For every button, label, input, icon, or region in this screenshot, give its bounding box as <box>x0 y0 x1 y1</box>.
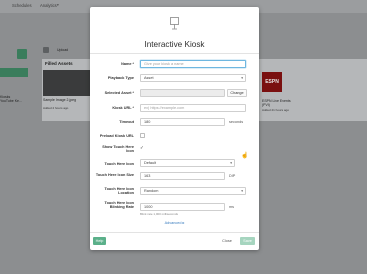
upload-icon[interactable] <box>43 47 49 53</box>
upload-label: Upload <box>57 48 69 52</box>
asset-subtitle: Added 2 hours ago <box>43 106 69 110</box>
nav-analytics[interactable]: Analytics <box>40 3 57 8</box>
sidebar-action-button[interactable] <box>17 49 27 59</box>
right-asset-subtitle: Added 21 hours ago <box>262 108 290 112</box>
selected-asset-field <box>140 89 225 97</box>
sidebar-text: Kiosks YouTube Ke... <box>0 95 22 103</box>
espn-logo[interactable]: ESPN <box>262 72 282 92</box>
preload-checkbox[interactable] <box>140 133 145 138</box>
show-touch-icon-checkbox[interactable]: ✓ <box>140 145 144 151</box>
playback-type-value: Asset <box>144 76 154 80</box>
touch-icon-size-label: Touch Here Icon Size <box>95 173 134 177</box>
touch-icon-size-input[interactable]: 163 <box>140 172 225 180</box>
chevron-down-icon: ▾ <box>241 76 243 80</box>
touch-icon-select[interactable]: Default ▾ <box>140 159 235 167</box>
playback-type-label: Playback Type <box>107 76 134 80</box>
timeout-unit: seconds <box>229 120 244 124</box>
save-button[interactable]: Save <box>240 237 255 245</box>
kiosk-icon <box>170 17 179 30</box>
touch-icon-label: Touch Here Icon <box>104 162 134 166</box>
close-button[interactable]: Close <box>221 237 233 245</box>
timeout-input[interactable]: 180 <box>140 118 225 126</box>
interactive-kiosk-modal: Interactive Kiosk Name * Give your kiosk… <box>90 7 259 250</box>
asset-title: Sample Image 2.jpeg <box>43 98 77 102</box>
sidebar-active-item[interactable] <box>0 68 28 77</box>
preload-label: Preload Kiosk URL <box>99 134 134 138</box>
timeout-label: Timeout <box>119 120 134 124</box>
change-asset-button[interactable]: Change <box>227 89 247 97</box>
filled-assets-title: Filled Assets <box>45 61 73 66</box>
name-label: Name * <box>121 62 134 66</box>
touch-icon-location-select[interactable]: Random ▾ <box>140 187 246 195</box>
name-input[interactable]: Give your kiosk a name <box>140 60 246 68</box>
kiosk-url-input[interactable]: ex) https://example.com <box>140 104 246 112</box>
modal-title: Interactive Kiosk <box>144 40 205 49</box>
footer-divider <box>90 232 259 233</box>
blink-rate-label: Touch Here Icon Blinking Rate <box>104 201 134 210</box>
touch-icon-value: Default <box>144 161 157 165</box>
header-divider <box>90 53 259 54</box>
right-asset-tag: (PVI) <box>262 103 270 107</box>
hand-pointer-icon: ☝ <box>241 153 249 159</box>
touch-icon-location-value: Random <box>144 189 159 193</box>
touch-icon-size-unit: DIP <box>229 174 236 178</box>
touch-icon-location-label: Touch Here Icon Location <box>104 187 134 196</box>
kiosk-url-label: Kiosk URL * <box>112 106 134 110</box>
blink-rate-hint: Blink rate 1,000 milliseconds <box>140 212 179 216</box>
playback-type-select[interactable]: Asset ▾ <box>140 74 246 82</box>
show-touch-icon-label: Show Touch Here Icon <box>102 145 134 154</box>
blink-rate-input[interactable]: 1000 <box>140 203 225 211</box>
chevron-down-icon: ▾ <box>57 3 59 7</box>
nav-schedules[interactable]: Schedules <box>12 3 32 8</box>
chevron-down-icon: ▾ <box>241 189 243 193</box>
chevron-down-icon: ▾ <box>230 161 232 165</box>
selected-asset-label: Selected Asset * <box>104 91 134 95</box>
blink-rate-unit: ms <box>229 205 235 209</box>
advanced-link[interactable]: Advanced ▸ <box>90 220 259 225</box>
help-button[interactable]: Help <box>93 237 106 245</box>
